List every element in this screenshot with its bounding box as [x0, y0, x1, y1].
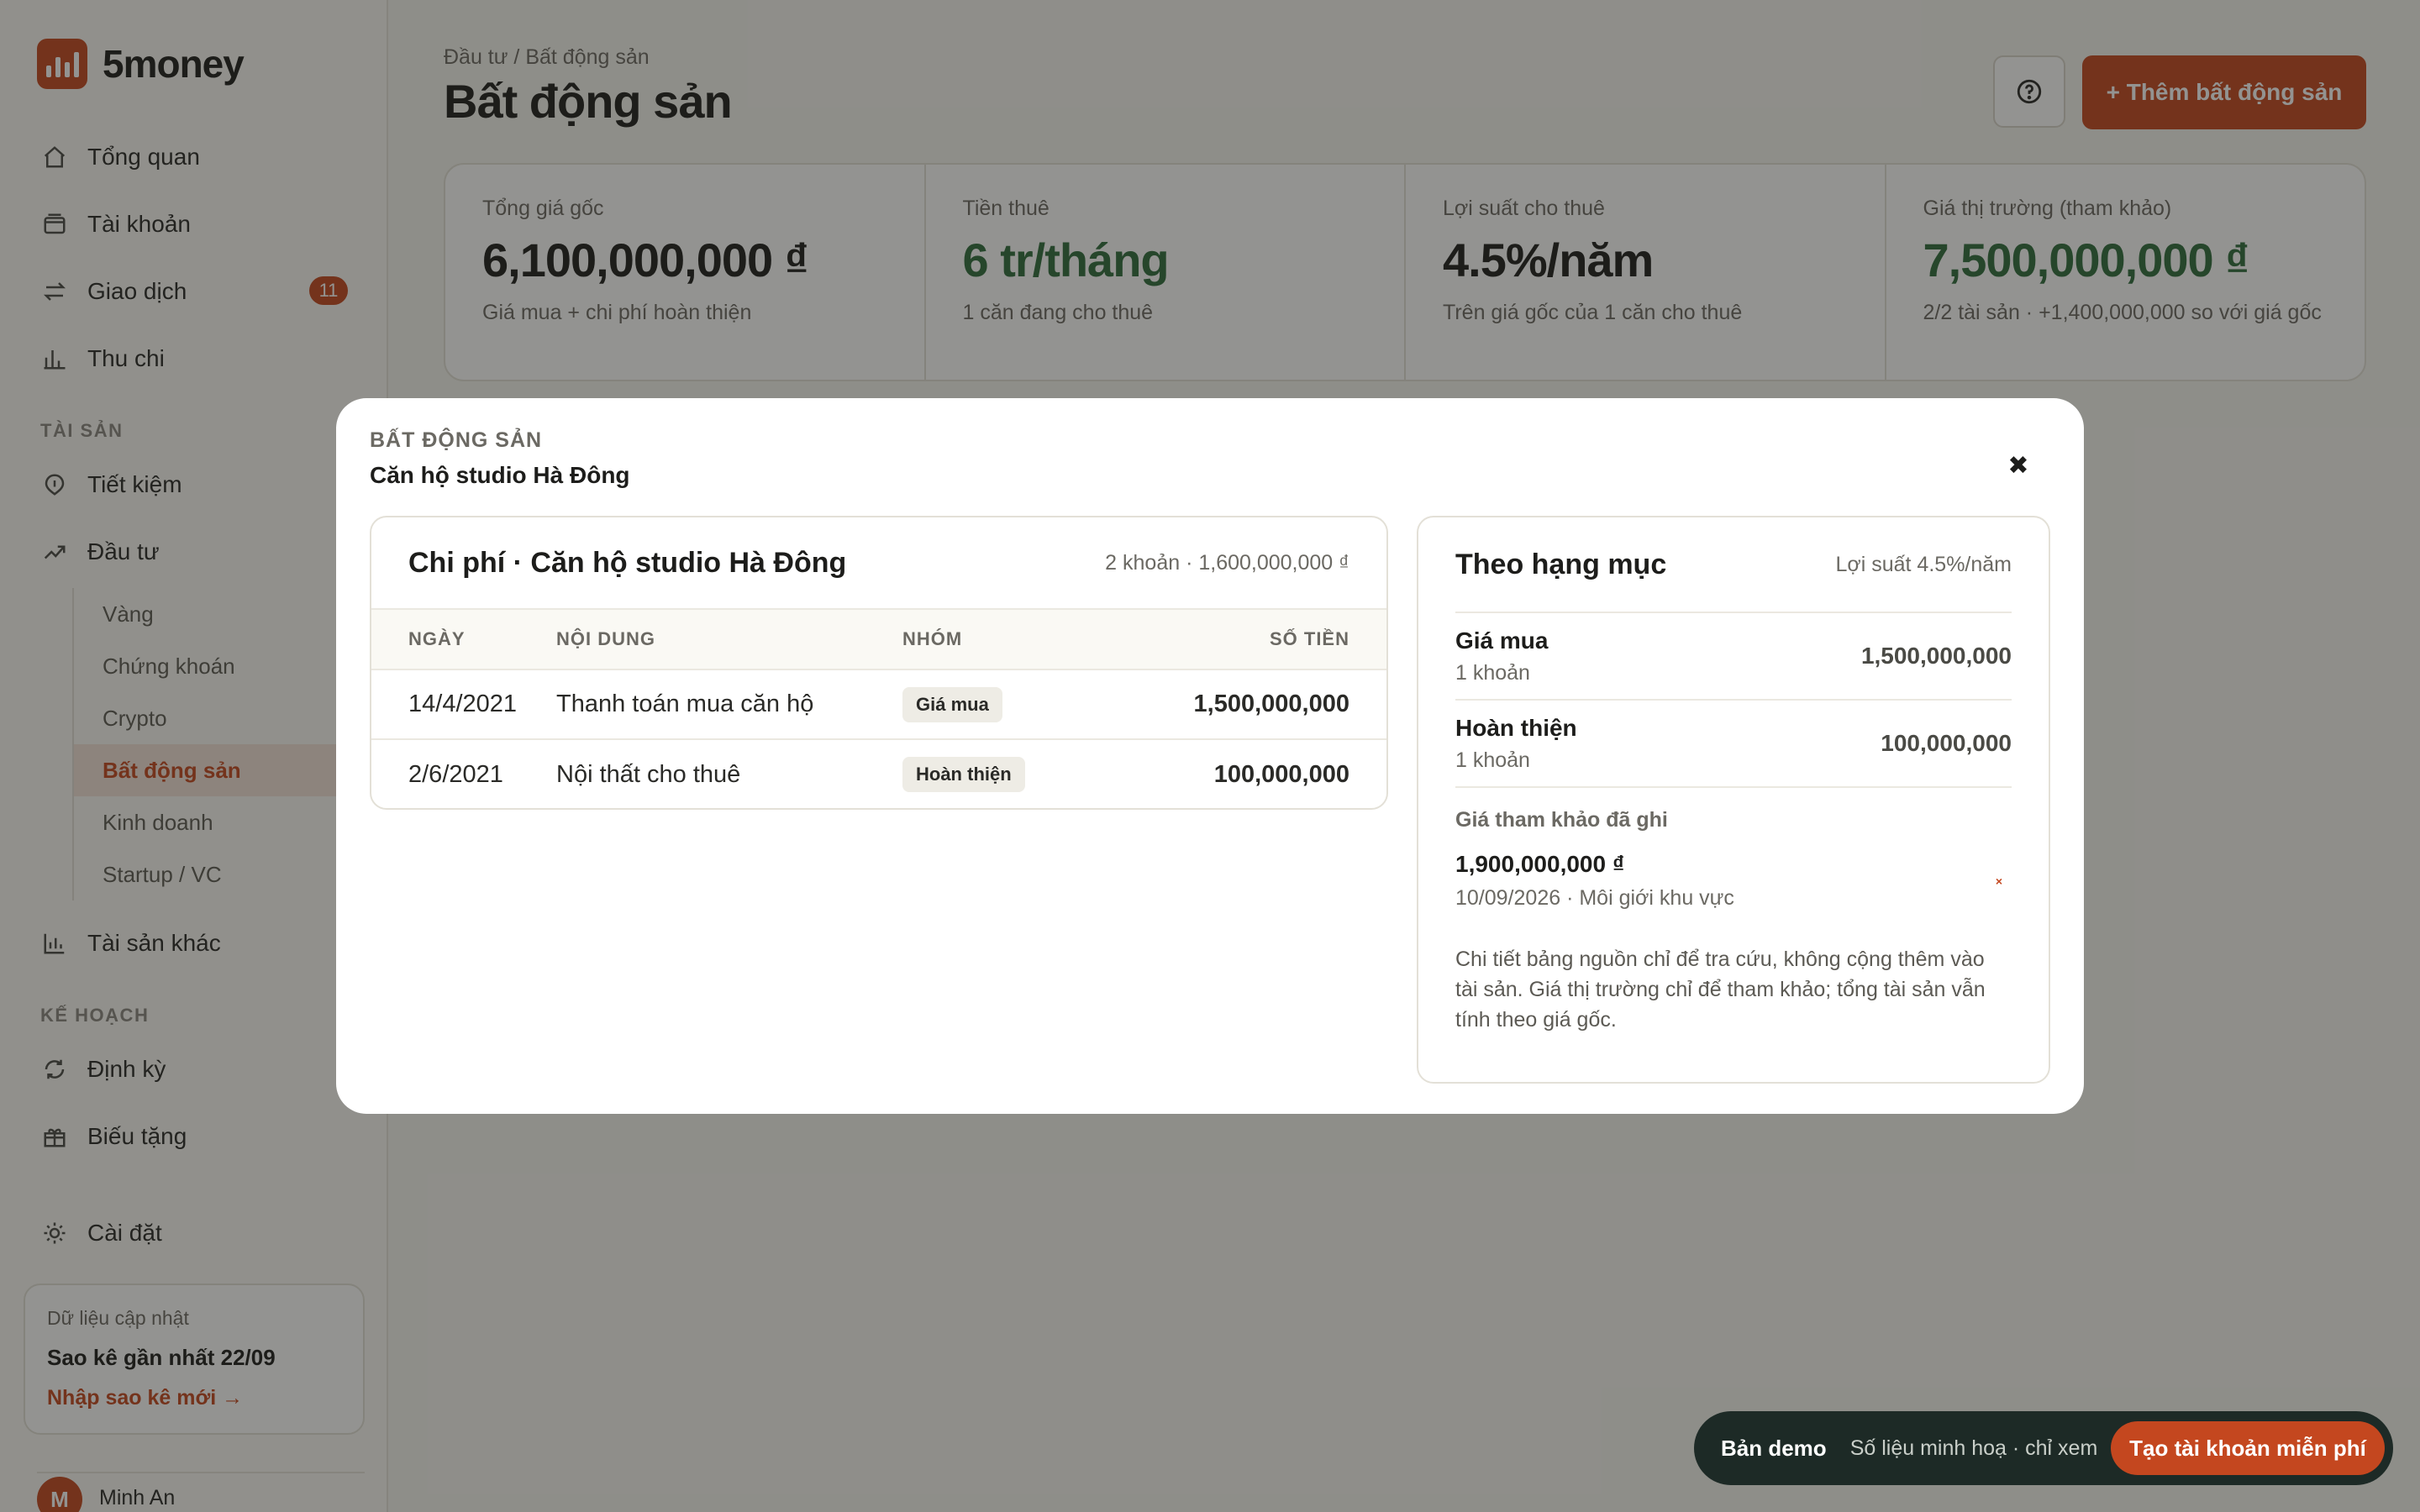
cell-amount: 100,000,000 [1213, 760, 1349, 788]
category-card-title: Theo hạng mục [1455, 548, 1667, 580]
cell-date: 14/4/2021 [371, 669, 556, 740]
cell-desc: Nội thất cho thuê [556, 760, 741, 788]
category-amount: 100,000,000 [1881, 730, 2012, 756]
reference-price-label: Giá tham khảo đã ghi [1455, 808, 1668, 832]
cell-amount: 1,500,000,000 [1071, 669, 1386, 740]
group-chip: Giá mua [902, 686, 1002, 722]
reference-price-value: 1,900,000,000 ₫ [1455, 851, 1625, 877]
demo-text: Số liệu minh hoạ · chỉ xem [1849, 1436, 2098, 1460]
category-card-header: Theo hạng mục Lợi suất 4.5%/năm [1455, 517, 2012, 613]
table-row[interactable]: 14/4/2021 Thanh toán mua căn hộ Giá mua … [371, 669, 1386, 740]
cost-table: NGÀY NỘI DUNG NHÓM SỐ TIỀN 14/4/2021 Tha… [371, 608, 1386, 808]
cell-group: Giá mua [902, 669, 1071, 740]
category-card: Theo hạng mục Lợi suất 4.5%/năm Giá mua … [1417, 516, 2050, 1084]
category-count: 1 khoản [1455, 660, 1530, 685]
cell-date: 2/6/2021 [408, 760, 503, 788]
cost-card-title: Chi phí · Căn hộ studio Hà Đông [408, 546, 847, 579]
column-header-amount: SỐ TIỀN [1071, 608, 1386, 670]
category-count: 1 khoản [1455, 748, 1530, 772]
cost-card: Chi phí · Căn hộ studio Hà Đông 2 khoản … [370, 516, 1388, 810]
reference-price-block: Giá tham khảo đã ghi 1,900,000,000 ₫ 10/… [1455, 808, 2012, 1035]
create-free-account-button[interactable]: Tạo tài khoản miễn phí [2111, 1421, 2385, 1475]
modal-title: Căn hộ studio Hà Đông [370, 462, 630, 488]
group-chip: Hoàn thiện [902, 757, 1025, 792]
column-header-date: NGÀY [371, 608, 556, 670]
reference-price-row: 1,900,000,000 ₫ 10/09/2026 · Môi giới kh… [1455, 851, 2012, 911]
close-icon[interactable]: ✖ [1998, 445, 2039, 486]
table-header-row: NGÀY NỘI DUNG NHÓM SỐ TIỀN [371, 608, 1386, 670]
cell-desc: Thanh toán mua căn hộ [556, 669, 902, 740]
category-card-meta: Lợi suất 4.5%/năm [1835, 552, 2012, 576]
modal-kicker: BẤT ĐỘNG SẢN [370, 428, 543, 452]
reference-note: Chi tiết bảng nguồn chỉ để tra cứu, khôn… [1455, 948, 1986, 1032]
category-name: Giá mua [1455, 627, 1549, 654]
category-name: Hoàn thiện [1455, 714, 1577, 741]
category-row: Hoàn thiện 1 khoản 100,000,000 [1455, 701, 2012, 788]
column-header-group: NHÓM [902, 608, 1071, 670]
reference-price-meta: 10/09/2026 · Môi giới khu vực [1455, 886, 1734, 910]
cost-card-header: Chi phí · Căn hộ studio Hà Đông 2 khoản … [371, 517, 1386, 608]
property-detail-modal: BẤT ĐỘNG SẢN Căn hộ studio Hà Đông ✖ Chi… [336, 398, 2084, 1114]
column-header-desc: NỘI DUNG [556, 608, 902, 670]
demo-tag: Bản demo [1721, 1435, 1827, 1461]
category-row: Giá mua 1 khoản 1,500,000,000 [1455, 613, 2012, 701]
cell-group: Hoàn thiện [902, 739, 1071, 808]
delete-reference-icon[interactable]: × [1986, 869, 2012, 894]
category-amount: 1,500,000,000 [1860, 643, 2012, 669]
cost-card-meta: 2 khoản · 1,600,000,000 ₫ [1105, 550, 1349, 575]
demo-bar: Bản demo Số liệu minh hoạ · chỉ xem Tạo … [1694, 1411, 2393, 1485]
table-row[interactable]: 2/6/2021 Nội thất cho thuê Hoàn thiện 10… [371, 739, 1386, 808]
